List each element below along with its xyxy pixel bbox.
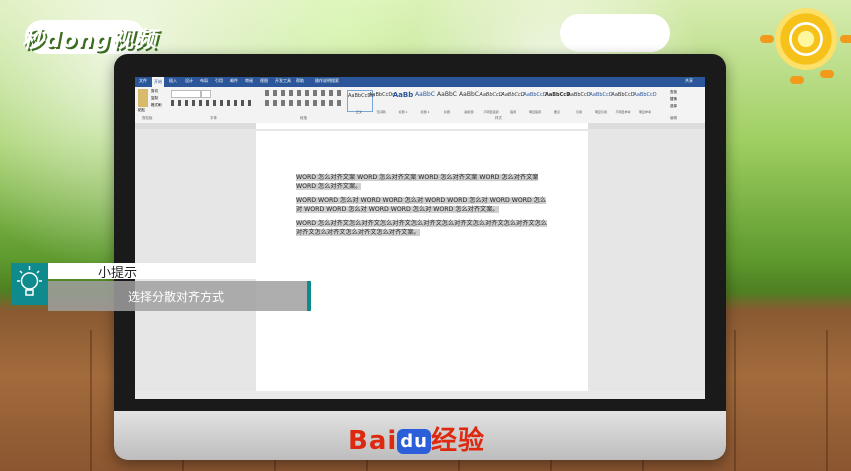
style-intense-quote[interactable]: AaBbCcD xyxy=(589,90,613,110)
style-subtle-reference-label: 不明显参考 xyxy=(615,110,631,114)
sun-ray xyxy=(820,70,834,78)
style-heading-1[interactable]: AaBb xyxy=(391,90,415,110)
status-bar xyxy=(135,391,705,399)
style-intense-reference[interactable]: AaBbCcD xyxy=(633,90,657,110)
document-paragraph[interactable]: WORD 怎么对齐文怎么对齐文怎么对齐文怎么对齐文怎么对齐文怎么对齐文怎么对齐文… xyxy=(296,219,549,237)
style-emphasis-label: 强调 xyxy=(509,110,516,114)
baidu-logo: Bai du 经验 xyxy=(348,426,485,456)
tell-me-search[interactable]: 操作说明搜索 xyxy=(315,78,339,84)
style-strong[interactable]: AaBbCcD xyxy=(545,90,570,110)
group-label-paragraph: 段落 xyxy=(300,116,307,120)
tip-accent-edge xyxy=(307,281,311,311)
font-format-row[interactable] xyxy=(171,100,251,106)
group-label-font: 字体 xyxy=(210,116,217,120)
alignment-row[interactable] xyxy=(265,100,345,106)
horizontal-ruler[interactable] xyxy=(135,123,705,129)
brand-watermark: 秒dong视频 xyxy=(22,28,158,53)
ribbon-tabs: 文件 开始 插入 设计 布局 引用 邮件 审阅 视图 开发工具 帮助 操作说明搜… xyxy=(135,77,705,87)
ruler-text-area xyxy=(256,123,588,129)
paste-label: 粘贴 xyxy=(138,108,145,112)
tab-insert[interactable]: 插入 xyxy=(169,78,177,84)
font-name-box[interactable] xyxy=(171,90,201,98)
style-intense-reference-label: 明显参考 xyxy=(638,110,651,114)
group-label-editing: 编辑 xyxy=(670,116,677,120)
tab-layout[interactable]: 布局 xyxy=(200,78,208,84)
sun-icon xyxy=(775,8,837,70)
tip-title-bar xyxy=(48,263,260,279)
style-subtle-reference[interactable]: AaBbCcD xyxy=(611,90,635,110)
style-subtitle[interactable]: AaBbC xyxy=(457,90,481,110)
tab-help[interactable]: 帮助 xyxy=(296,78,304,84)
tab-file[interactable]: 文件 xyxy=(139,78,147,84)
tab-view[interactable]: 视图 xyxy=(260,78,268,84)
document-paragraph[interactable]: WORD WORD 怎么对 WORD WORD 怎么对 WORD WORD 怎么… xyxy=(296,196,549,214)
style-heading-2-label: 标题 2 xyxy=(420,110,430,114)
style-title[interactable]: AaBbC xyxy=(435,90,459,110)
style-heading-2[interactable]: AaBbC xyxy=(413,90,437,110)
tab-home[interactable]: 开始 xyxy=(152,77,164,87)
sun-ray xyxy=(840,35,851,43)
format-painter-button[interactable]: 格式刷 xyxy=(151,103,162,108)
styles-gallery[interactable]: AaBbCcDc 正文 AaBbCcDc 无间隔 AaBb 标题 1 AaBbC… xyxy=(347,87,657,115)
style-heading-1-label: 标题 1 xyxy=(398,110,408,114)
style-quote[interactable]: AaBbCcD xyxy=(567,90,591,110)
style-emphasis[interactable]: AaBbCcD xyxy=(501,90,525,110)
style-title-label: 标题 xyxy=(443,110,450,114)
style-intense-emphasis-label: 明显强调 xyxy=(528,110,541,114)
group-label-styles: 样式 xyxy=(495,116,502,120)
style-intense-emphasis[interactable]: AaBbCcD xyxy=(523,90,547,110)
select-button[interactable]: 选择 xyxy=(670,104,677,109)
paragraph-format-row[interactable] xyxy=(265,90,345,96)
copy-button[interactable]: 复制 xyxy=(151,96,158,101)
word-window: 文件 开始 插入 设计 布局 引用 邮件 审阅 视图 开发工具 帮助 操作说明搜… xyxy=(135,77,705,399)
style-subtle-emphasis-label: 不明显强调 xyxy=(483,110,499,114)
lightbulb-icon-box xyxy=(11,263,48,305)
ribbon-home: 粘贴 剪切 复制 格式刷 AaBbCcDc 正文 AaBbCcDc 无间隔 Aa… xyxy=(135,87,705,124)
replace-button[interactable]: 替换 xyxy=(670,97,677,102)
sun-ray xyxy=(760,35,774,43)
tab-review[interactable]: 审阅 xyxy=(245,78,253,84)
tab-references[interactable]: 引用 xyxy=(215,78,223,84)
style-strong-label: 要点 xyxy=(553,110,560,114)
cut-button[interactable]: 剪切 xyxy=(151,89,158,94)
tip-text: 选择分散对齐方式 xyxy=(128,290,225,304)
style-normal-label: 正文 xyxy=(355,110,362,114)
style-no-spacing[interactable]: AaBbCcDc xyxy=(369,90,395,110)
font-size-box[interactable] xyxy=(201,90,211,98)
find-button[interactable]: 查找 xyxy=(670,90,677,95)
document-paragraph[interactable]: WORD 怎么对齐文案 WORD 怎么对齐文案 WORD 怎么对齐文案 WORD… xyxy=(296,173,549,191)
lightbulb-icon xyxy=(17,266,42,296)
tab-design[interactable]: 设计 xyxy=(185,78,193,84)
tip-title: 小提示 xyxy=(98,266,138,281)
style-subtitle-label: 副标题 xyxy=(464,110,474,114)
share-button[interactable]: 共享 xyxy=(685,78,693,84)
style-no-spacing-label: 无间隔 xyxy=(376,110,386,114)
sun-ray xyxy=(790,76,804,84)
style-quote-label: 引用 xyxy=(575,110,582,114)
style-intense-quote-label: 明显引用 xyxy=(594,110,607,114)
document-page[interactable]: WORD 怎么对齐文案 WORD 怎么对齐文案 WORD 怎么对齐文案 WORD… xyxy=(256,131,588,399)
cloud xyxy=(560,14,670,52)
group-label-clipboard: 剪贴板 xyxy=(142,116,153,120)
tab-developer[interactable]: 开发工具 xyxy=(275,78,291,84)
paste-button[interactable] xyxy=(138,89,148,107)
style-subtle-emphasis[interactable]: AaBbCcD xyxy=(479,90,503,110)
tab-mailings[interactable]: 邮件 xyxy=(230,78,238,84)
